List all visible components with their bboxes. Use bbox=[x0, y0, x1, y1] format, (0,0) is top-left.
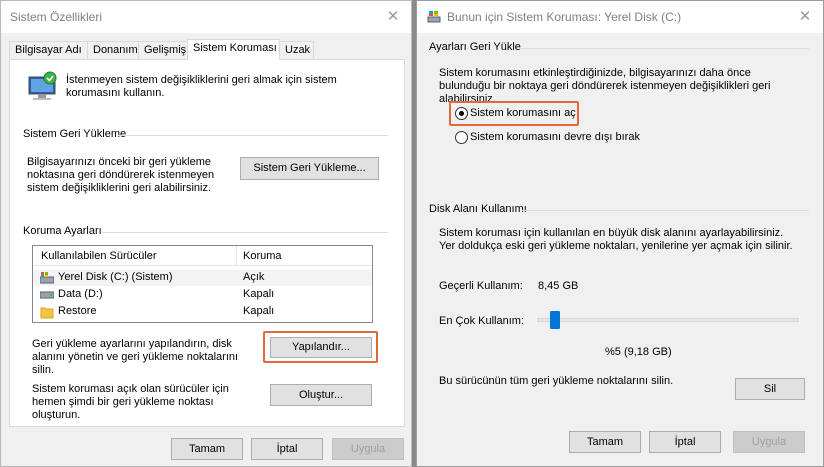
divider bbox=[519, 48, 809, 49]
folder-icon bbox=[40, 307, 54, 319]
close-button[interactable]: ✕ bbox=[787, 1, 823, 33]
slider-track bbox=[537, 318, 799, 322]
drive-icon bbox=[40, 291, 54, 299]
delete-description: Bu sürücünün tüm geri yükleme noktaların… bbox=[439, 375, 674, 387]
create-description: Sistem koruması açık olan sürücüler için… bbox=[32, 383, 229, 421]
column-header-drives[interactable]: Kullanılabilen Sürücüler bbox=[41, 250, 157, 262]
divider bbox=[522, 210, 809, 211]
tab-system-protection[interactable]: Sistem Koruması bbox=[187, 39, 280, 60]
current-usage-label: Geçerli Kullanım: bbox=[439, 280, 523, 292]
list-header: Kullanılabilen Sürücüler Koruma bbox=[33, 246, 372, 266]
enable-protection-label[interactable]: Sistem korumasını aç bbox=[470, 107, 576, 119]
ok-button[interactable]: Tamam bbox=[171, 438, 243, 460]
ok-button[interactable]: Tamam bbox=[569, 431, 641, 453]
column-divider bbox=[236, 246, 237, 266]
configure-description: Geri yükleme ayarlarını yapılandırın, di… bbox=[32, 338, 239, 376]
list-item[interactable]: Data (D:) Kapalı bbox=[33, 287, 372, 303]
system-protection-panel: İstenmeyen sistem değişikliklerini geri … bbox=[9, 59, 405, 427]
window-title: Bunun için Sistem Koruması: Yerel Disk (… bbox=[447, 10, 682, 24]
current-usage-value: 8,45 GB bbox=[538, 280, 579, 292]
disk-usage-description: Sistem koruması için kullanılan en büyük… bbox=[439, 227, 793, 252]
protection-status: Kapalı bbox=[243, 305, 275, 317]
drive-protection-dialog: Bunun için Sistem Koruması: Yerel Disk (… bbox=[416, 0, 824, 467]
tab-advanced[interactable]: Gelişmiş bbox=[138, 41, 189, 59]
disable-protection-label[interactable]: Sistem korumasını devre dışı bırak bbox=[470, 131, 640, 143]
drives-list[interactable]: Kullanılabilen Sürücüler Koruma Yerel Di… bbox=[32, 245, 373, 323]
slider-thumb[interactable] bbox=[550, 311, 560, 329]
window-title: Sistem Özellikleri bbox=[10, 10, 103, 24]
system-properties-window: Sistem Özellikleri ✕ Bilgisayar Adı Dona… bbox=[0, 0, 412, 467]
tab-hardware[interactable]: Donanım bbox=[87, 41, 139, 59]
intro-text: İstenmeyen sistem değişikliklerini geri … bbox=[66, 74, 337, 99]
system-protection-icon bbox=[427, 11, 441, 23]
protection-status: Açık bbox=[243, 271, 265, 283]
divider bbox=[118, 135, 388, 136]
system-protection-icon bbox=[28, 71, 57, 100]
title-bar: Sistem Özellikleri ✕ bbox=[1, 1, 411, 33]
create-button[interactable]: Oluştur... bbox=[270, 384, 372, 406]
max-usage-slider[interactable] bbox=[537, 307, 799, 333]
restore-settings-heading: Ayarları Geri Yükle bbox=[429, 41, 521, 53]
apply-button[interactable]: Uygula bbox=[332, 438, 404, 460]
system-restore-button[interactable]: Sistem Geri Yükleme... bbox=[240, 157, 379, 180]
apply-button[interactable]: Uygula bbox=[733, 431, 805, 453]
configure-button[interactable]: Yapılandır... bbox=[270, 337, 372, 358]
max-usage-label: En Çok Kullanım: bbox=[439, 315, 524, 327]
close-button[interactable]: ✕ bbox=[375, 1, 411, 33]
disk-usage-heading: Disk Alanı Kullanımı bbox=[429, 203, 527, 215]
protection-status: Kapalı bbox=[243, 288, 275, 300]
protection-heading: Koruma Ayarları bbox=[23, 225, 102, 237]
list-item[interactable]: Yerel Disk (C:) (Sistem) Açık bbox=[33, 270, 372, 286]
drive-name: Yerel Disk (C:) (Sistem) bbox=[58, 271, 173, 283]
list-item[interactable]: Restore Kapalı bbox=[33, 304, 372, 320]
drive-name: Data (D:) bbox=[58, 288, 103, 300]
disable-protection-radio[interactable] bbox=[455, 131, 468, 144]
cancel-button[interactable]: İptal bbox=[251, 438, 323, 460]
delete-button[interactable]: Sil bbox=[735, 378, 805, 400]
enable-protection-radio[interactable] bbox=[455, 107, 468, 120]
tab-computer-name[interactable]: Bilgisayar Adı bbox=[9, 41, 88, 59]
drive-name: Restore bbox=[58, 305, 97, 317]
cancel-button[interactable]: İptal bbox=[649, 431, 721, 453]
restore-heading: Sistem Geri Yükleme bbox=[23, 128, 127, 140]
tab-remote[interactable]: Uzak bbox=[279, 41, 314, 59]
max-usage-value: %5 (9,18 GB) bbox=[605, 346, 672, 358]
system-drive-icon bbox=[40, 272, 54, 284]
restore-description: Bilgisayarınızı önceki bir geri yükleme … bbox=[27, 156, 215, 194]
column-header-protection[interactable]: Koruma bbox=[243, 250, 282, 262]
divider bbox=[102, 232, 388, 233]
title-bar: Bunun için Sistem Koruması: Yerel Disk (… bbox=[417, 1, 823, 33]
